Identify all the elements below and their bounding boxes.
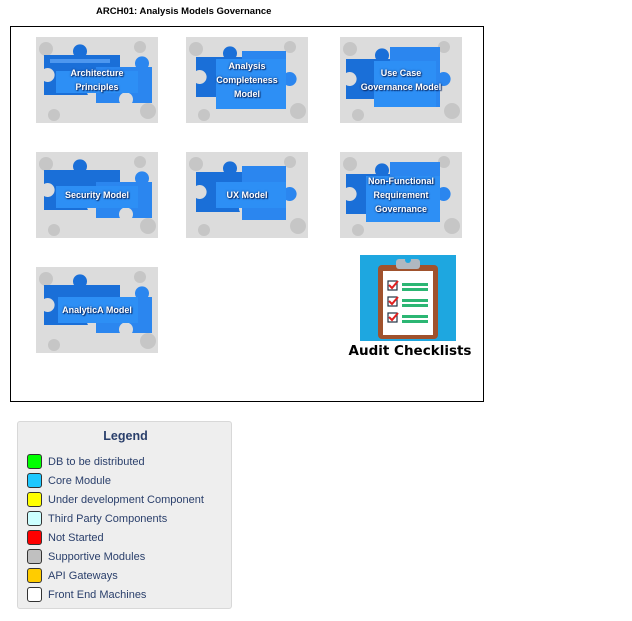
legend-item: DB to be distributed bbox=[27, 452, 204, 471]
legend-item: Under development Component bbox=[27, 490, 204, 509]
diagram-frame: Architecture Principles Analysis Complet… bbox=[10, 26, 484, 402]
legend-swatch bbox=[27, 454, 42, 469]
tile-ux-model[interactable]: UX Model bbox=[186, 152, 308, 238]
legend-swatch bbox=[27, 549, 42, 564]
puzzle-icon bbox=[186, 37, 308, 123]
legend-label: DB to be distributed bbox=[48, 455, 145, 468]
legend-item: Third Party Components bbox=[27, 509, 204, 528]
legend-item: Core Module bbox=[27, 471, 204, 490]
legend-label: Front End Machines bbox=[48, 588, 147, 601]
legend-swatch bbox=[27, 473, 42, 488]
page: ARCH01: Analysis Models Governance Archi… bbox=[0, 0, 632, 621]
puzzle-icon bbox=[340, 152, 462, 238]
puzzle-icon bbox=[36, 37, 158, 123]
tile-non-functional-requirement-governance[interactable]: Non-Functional Requirement Governance bbox=[340, 152, 462, 238]
tile-security-model[interactable]: Security Model bbox=[36, 152, 158, 238]
clipboard-checklist-icon bbox=[360, 255, 456, 341]
page-title: ARCH01: Analysis Models Governance bbox=[96, 6, 272, 17]
tile-analytica-model[interactable]: AnalyticA Model bbox=[36, 267, 158, 353]
legend-items: DB to be distributed Core Module Under d… bbox=[27, 452, 204, 604]
legend-label: Core Module bbox=[48, 474, 111, 487]
legend-item: Front End Machines bbox=[27, 585, 204, 604]
legend: Legend DB to be distributed Core Module … bbox=[17, 421, 232, 609]
puzzle-icon bbox=[36, 267, 158, 353]
legend-item: Not Started bbox=[27, 528, 204, 547]
legend-item: Supportive Modules bbox=[27, 547, 204, 566]
legend-label: Not Started bbox=[48, 531, 104, 544]
legend-item: API Gateways bbox=[27, 566, 204, 585]
legend-swatch bbox=[27, 568, 42, 583]
legend-label: API Gateways bbox=[48, 569, 118, 582]
tile-architecture-principles[interactable]: Architecture Principles bbox=[36, 37, 158, 123]
legend-label: Under development Component bbox=[48, 493, 204, 506]
audit-checklists[interactable]: Audit Checklists bbox=[345, 255, 475, 365]
puzzle-icon bbox=[36, 152, 158, 238]
tile-use-case-governance-model[interactable]: Use Case Governance Model bbox=[340, 37, 462, 123]
audit-checklists-label: Audit Checklists bbox=[348, 343, 472, 359]
legend-swatch bbox=[27, 587, 42, 602]
puzzle-icon bbox=[340, 37, 462, 123]
puzzle-icon bbox=[186, 152, 308, 238]
legend-swatch bbox=[27, 511, 42, 526]
legend-label: Supportive Modules bbox=[48, 550, 146, 563]
tile-analysis-completeness-model[interactable]: Analysis Completeness Model bbox=[186, 37, 308, 123]
legend-title: Legend bbox=[103, 429, 148, 443]
legend-swatch bbox=[27, 530, 42, 545]
legend-swatch bbox=[27, 492, 42, 507]
legend-label: Third Party Components bbox=[48, 512, 168, 525]
